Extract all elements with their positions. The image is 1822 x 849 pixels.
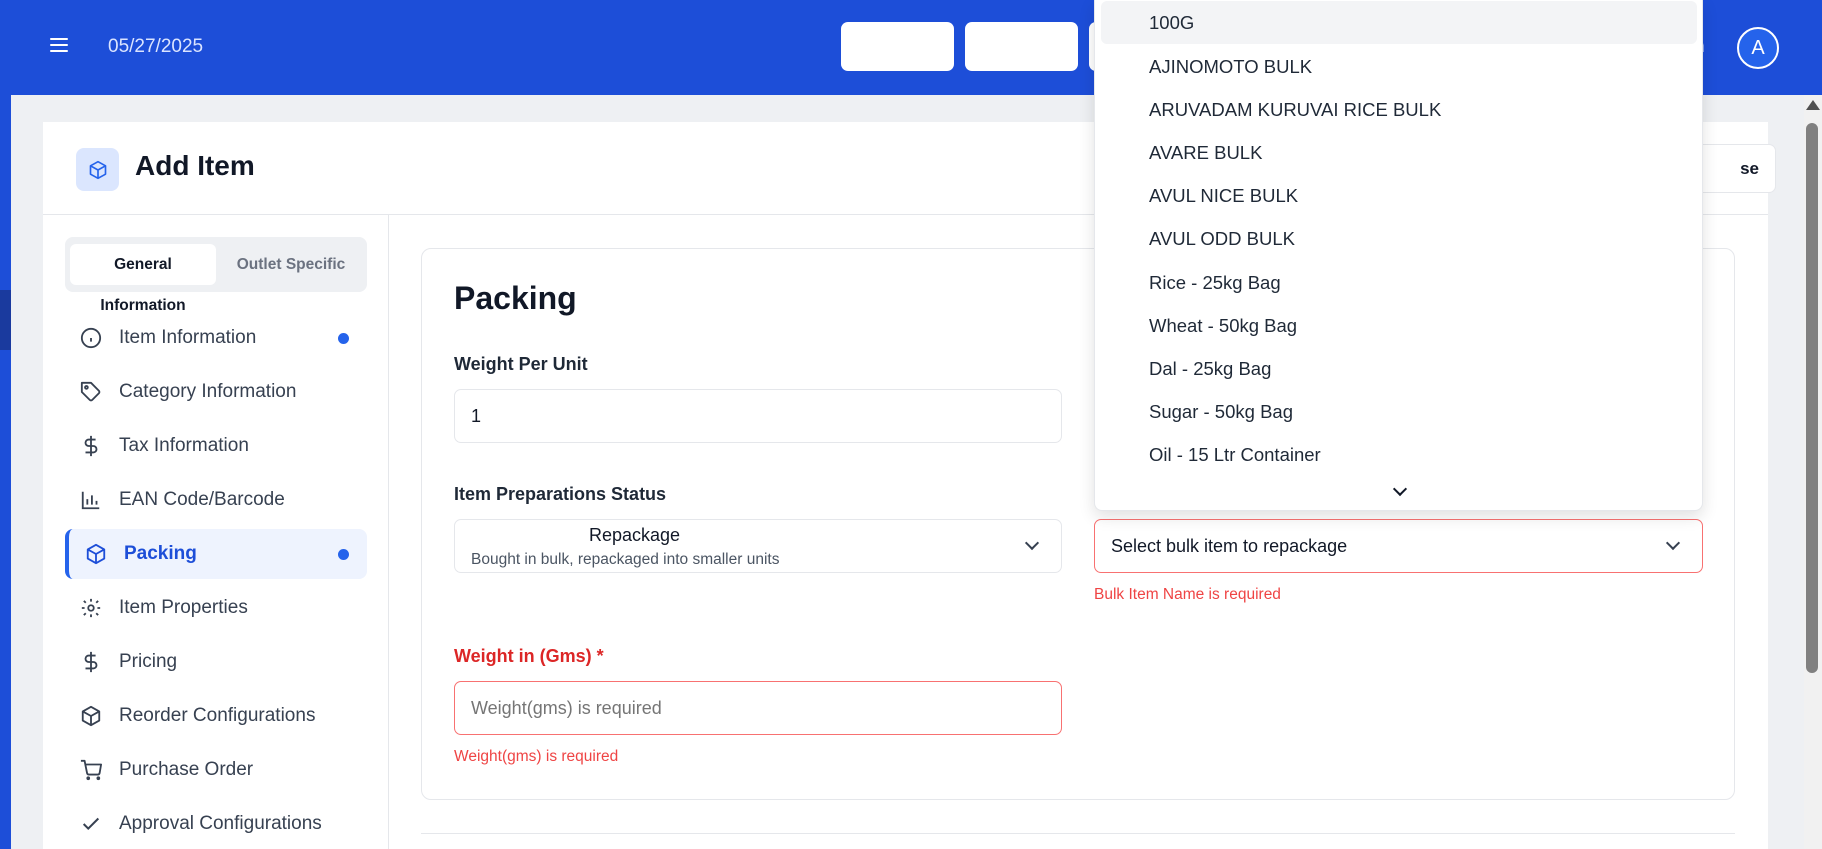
sidebar-item-label: Approval Configurations bbox=[119, 813, 322, 834]
dollar-icon bbox=[84, 651, 98, 673]
weight-per-unit-input[interactable]: 1 bbox=[454, 389, 1062, 443]
sidebar-item-purchase-order[interactable]: Purchase Order bbox=[65, 745, 367, 795]
cart-icon bbox=[80, 759, 102, 781]
dropdown-option[interactable]: Wheat - 50kg Bag bbox=[1101, 304, 1697, 347]
sidebar-item-label: Pricing bbox=[119, 651, 178, 672]
sidebar-item-item-properties[interactable]: Item Properties bbox=[65, 583, 367, 633]
prep-status-value: Repackage bbox=[589, 525, 681, 545]
dropdown-option[interactable]: Sugar - 50kg Bag bbox=[1101, 390, 1697, 433]
sidebar-item-packing[interactable]: Packing bbox=[65, 529, 367, 579]
sidebar-item-label: Packing bbox=[124, 543, 197, 564]
prep-status-select[interactable]: Repackage Bought in bulk, repackaged int… bbox=[454, 519, 1062, 573]
weight-gms-error: Weight(gms) is required bbox=[454, 748, 619, 765]
box-icon bbox=[81, 705, 101, 727]
bulk-item-error: Bulk Item Name is required bbox=[1094, 586, 1281, 603]
dropdown-option[interactable]: AVUL ODD BULK bbox=[1101, 217, 1697, 260]
weight-gms-input[interactable] bbox=[454, 681, 1062, 735]
bar-chart-icon bbox=[81, 491, 100, 510]
dollar-icon bbox=[84, 435, 98, 457]
chevron-down-icon bbox=[1665, 535, 1681, 551]
avatar[interactable]: A bbox=[1737, 27, 1779, 69]
tab-outlet-specific[interactable]: Outlet Specific bbox=[216, 244, 366, 285]
info-icon bbox=[80, 327, 102, 349]
dropdown-option[interactable]: Rice - 25kg Bag bbox=[1101, 261, 1697, 304]
sidebar-item-label: Item Information bbox=[119, 327, 257, 348]
sidebar-item-label: Tax Information bbox=[119, 435, 249, 456]
dropdown-option[interactable]: ARUVADAM KURUVAI RICE BULK bbox=[1101, 88, 1697, 131]
left-edge-marker bbox=[0, 290, 11, 350]
box-icon bbox=[76, 148, 119, 191]
sidebar-item-item-information[interactable]: Item Information bbox=[65, 313, 367, 363]
scrollbar-thumb[interactable] bbox=[1806, 123, 1818, 673]
sidebar-item-approval-configurations[interactable]: Approval Configurations bbox=[65, 799, 367, 849]
current-date: 05/27/2025 bbox=[108, 36, 204, 57]
bulk-item-placeholder: Select bulk item to repackage bbox=[1111, 536, 1348, 556]
chevron-down-icon bbox=[1024, 535, 1040, 551]
menu-icon[interactable] bbox=[50, 38, 68, 54]
sidebar-item-pricing[interactable]: Pricing bbox=[65, 637, 367, 687]
scroll-up-arrow-icon[interactable] bbox=[1806, 100, 1820, 110]
sidebar-item-category-information[interactable]: Category Information bbox=[65, 367, 367, 417]
left-edge-strip bbox=[0, 95, 11, 849]
dropdown-option[interactable]: AVARE BULK bbox=[1101, 131, 1697, 174]
sidebar-item-reorder-configurations[interactable]: Reorder Configurations bbox=[65, 691, 367, 741]
dropdown-option[interactable]: 100G bbox=[1101, 1, 1697, 44]
sidebar-item-label: Reorder Configurations bbox=[119, 705, 316, 726]
dropdown-option[interactable]: AVUL NICE BULK bbox=[1101, 174, 1697, 217]
bulk-item-select[interactable]: Select bulk item to repackage bbox=[1094, 519, 1703, 573]
dropdown-option[interactable]: AJINOMOTO BULK bbox=[1101, 45, 1697, 88]
sidebar-item-label: EAN Code/Barcode bbox=[119, 489, 285, 510]
header-button-1[interactable] bbox=[841, 22, 954, 71]
tag-icon bbox=[80, 381, 101, 402]
weight-gms-label: Weight in (Gms) * bbox=[454, 646, 604, 666]
sidebar-item-label: Item Properties bbox=[119, 597, 248, 618]
sidebar-item-label: Category Information bbox=[119, 381, 297, 402]
prep-status-label: Item Preparations Status bbox=[454, 484, 667, 504]
bulk-item-dropdown: 100G AJINOMOTO BULK ARUVADAM KURUVAI RIC… bbox=[1094, 0, 1703, 511]
section-title: Packing bbox=[454, 280, 577, 316]
sidebar-tabs: General Information Outlet Specific bbox=[65, 237, 367, 314]
tab-general-information[interactable]: General Information bbox=[70, 244, 216, 314]
check-icon bbox=[82, 817, 100, 831]
sidebar-item-label: Purchase Order bbox=[119, 759, 254, 780]
dropdown-option[interactable]: Oil - 15 Ltr Container bbox=[1101, 433, 1697, 476]
header-button-2[interactable] bbox=[965, 22, 1078, 71]
sidebar-item-tax-information[interactable]: Tax Information bbox=[65, 421, 367, 471]
weight-per-unit-label: Weight Per Unit bbox=[454, 354, 588, 374]
gear-icon bbox=[81, 598, 101, 618]
sidebar-item-ean-code-barcode[interactable]: EAN Code/Barcode bbox=[65, 475, 367, 525]
status-dot bbox=[338, 549, 349, 560]
box-icon bbox=[86, 543, 106, 565]
chevron-down-icon[interactable] bbox=[1392, 481, 1408, 497]
dropdown-option[interactable]: Dal - 25kg Bag bbox=[1101, 347, 1697, 390]
page-title: Add Item bbox=[135, 150, 255, 181]
sidebar: General Information Outlet Specific Item… bbox=[43, 215, 389, 849]
status-dot bbox=[338, 333, 349, 344]
prep-status-description: Bought in bulk, repackaged into smaller … bbox=[471, 551, 780, 568]
section-divider bbox=[421, 833, 1735, 834]
